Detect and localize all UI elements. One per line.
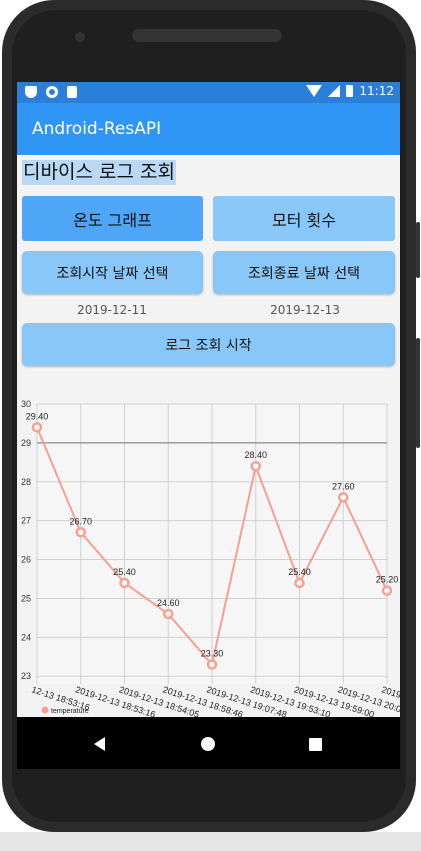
chart-legend-swatch xyxy=(41,706,49,714)
app-title: Android-ResAPI xyxy=(32,119,162,139)
chart-data-point xyxy=(119,577,130,589)
tab-temperature-graph[interactable]: 온도 그래프 xyxy=(22,196,203,241)
chart-data-label: 25.20 xyxy=(376,575,399,585)
page-title: 디바이스 로그 조회 xyxy=(22,160,176,185)
earpiece-speaker xyxy=(132,29,282,42)
chart-data-label: 24.60 xyxy=(157,598,180,608)
chart-legend-label: temperature xyxy=(51,708,89,715)
battery-icon xyxy=(346,85,354,97)
chart-data-point xyxy=(163,608,174,620)
chart-data-point xyxy=(338,492,349,503)
chart-data-point xyxy=(381,585,393,596)
back-icon[interactable] xyxy=(94,737,105,751)
app-bar: Android-ResAPI xyxy=(17,103,400,155)
chart-data-label: 29.40 xyxy=(26,411,49,421)
chart-data-label: 27.60 xyxy=(332,481,355,491)
chart-y-tick-label: 30 xyxy=(21,399,31,409)
chart-y-tick-label: 29 xyxy=(21,438,31,448)
status-bar: 11:12 xyxy=(17,82,400,103)
start-log-query-button[interactable]: 로그 조회 시작 xyxy=(22,323,395,366)
chart-y-tick-label: 24 xyxy=(21,632,31,642)
select-end-date-button[interactable]: 조회종료 날짜 선택 xyxy=(213,251,395,294)
chart-data-label: 26.70 xyxy=(69,516,92,526)
chart-data-point xyxy=(31,422,43,433)
chart-data-point xyxy=(75,527,86,538)
navigation-bar xyxy=(17,717,400,769)
start-date-text: 2019-12-11 xyxy=(77,303,147,317)
chart-data-label: 23.30 xyxy=(201,649,224,659)
chart-y-tick-label: 28 xyxy=(21,477,31,487)
record-icon xyxy=(46,86,58,98)
home-icon[interactable] xyxy=(201,737,215,751)
chart-data-point xyxy=(206,659,218,670)
recent-apps-icon[interactable] xyxy=(309,738,322,751)
front-camera xyxy=(75,32,85,42)
status-time: 11:12 xyxy=(359,84,394,98)
sd-card-icon xyxy=(67,86,77,98)
end-date-text: 2019-12-13 xyxy=(270,303,340,317)
power-button xyxy=(416,338,420,448)
shield-icon xyxy=(25,86,37,98)
temperature-line-chart[interactable]: 30 29 28 27 26 25 24 23 29.40 26.70 25.40 24.60 23.3… xyxy=(17,398,400,723)
wifi-icon xyxy=(306,85,323,97)
signal-icon xyxy=(328,85,341,97)
device-screen: 11:12 Android-ResAPI 디바이스 로그 조회 온도 그래프 모… xyxy=(17,82,400,769)
chart-y-tick-label: 26 xyxy=(21,555,31,565)
bottom-strip xyxy=(0,832,421,851)
chart-data-point xyxy=(250,460,261,472)
select-start-date-button[interactable]: 조회시작 날짜 선택 xyxy=(22,251,203,294)
chart-data-label: 28.40 xyxy=(244,450,267,460)
tab-motor-count[interactable]: 모터 횟수 xyxy=(213,196,395,241)
chart-y-tick-label: 23 xyxy=(21,671,31,681)
volume-button xyxy=(416,222,420,278)
chart-y-tick-label: 25 xyxy=(21,593,31,603)
chart-data-label: 25.40 xyxy=(288,567,311,577)
chart-y-tick-label: 27 xyxy=(21,516,31,526)
chart-data-label: 25.40 xyxy=(113,567,136,577)
chart-data-point xyxy=(294,577,305,589)
